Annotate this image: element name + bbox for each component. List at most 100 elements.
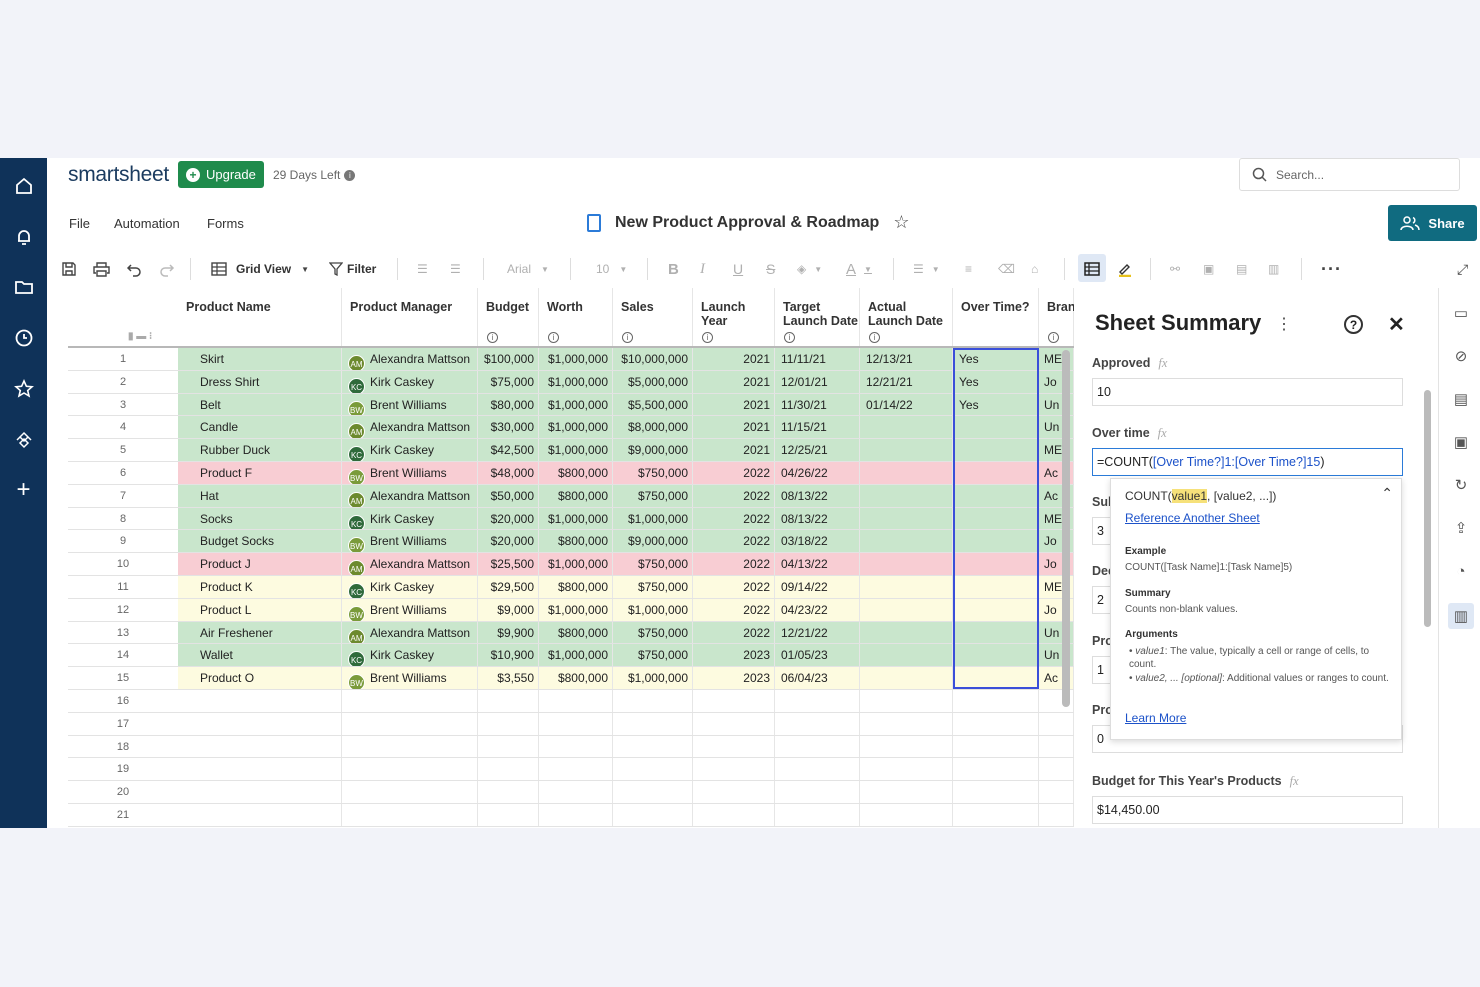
row-number[interactable]: 18 <box>68 736 178 758</box>
cell-over[interactable] <box>953 416 1039 439</box>
help-icon[interactable]: ? <box>1344 315 1363 334</box>
font-size-dropdown[interactable]: 10 ▼ <box>596 259 627 279</box>
underline-button[interactable]: U <box>733 259 743 279</box>
cell-mgr[interactable]: BW Brent Williams <box>342 393 478 416</box>
row-number[interactable]: 1 <box>68 348 178 370</box>
cell-name[interactable]: Product F <box>178 462 342 484</box>
cell-budget[interactable]: $42,500 <box>478 439 539 461</box>
cell-worth[interactable]: $1,000,000 <box>539 416 613 439</box>
solutions-icon[interactable] <box>8 424 39 455</box>
cell-year[interactable]: 2022 <box>693 598 775 621</box>
format-painter-icon[interactable]: ⌂ <box>1031 259 1038 279</box>
cell-mgr[interactable] <box>342 804 478 826</box>
cell-target[interactable] <box>775 712 860 735</box>
column-header-actual[interactable]: Actual Launch Date i <box>860 288 953 346</box>
image-icon[interactable]: ▣ <box>1203 259 1214 279</box>
row-number[interactable]: 4 <box>68 416 178 438</box>
cell-sales[interactable]: $750,000 <box>613 576 693 598</box>
comment-icon[interactable]: ▭ <box>1450 302 1472 324</box>
cell-budget[interactable]: $29,500 <box>478 576 539 598</box>
cell-mgr[interactable]: AM Alexandra Mattson <box>342 553 478 575</box>
cell-sales[interactable]: $750,000 <box>613 553 693 575</box>
cell-sales[interactable]: $1,000,000 <box>613 598 693 621</box>
row-number[interactable]: 20 <box>68 781 178 803</box>
table-icon[interactable] <box>1084 259 1100 279</box>
cell-mgr[interactable]: KC Kirk Caskey <box>342 439 478 461</box>
table-row[interactable]: 16 <box>68 690 1074 713</box>
cell-name[interactable]: Wallet <box>178 644 342 667</box>
cell-year[interactable]: 2023 <box>693 667 775 689</box>
cell-name[interactable] <box>178 781 342 803</box>
cell-over[interactable] <box>953 553 1039 575</box>
cell-budget[interactable]: $50,000 <box>478 484 539 507</box>
cell-target[interactable]: 08/13/22 <box>775 484 860 507</box>
cell-target[interactable]: 04/26/22 <box>775 462 860 484</box>
cell-sales[interactable] <box>613 804 693 826</box>
strikethrough-button[interactable]: S <box>766 259 775 279</box>
column-header-worth[interactable]: Worth i <box>539 288 613 346</box>
cell-year[interactable] <box>693 690 775 712</box>
row-number[interactable]: 2 <box>68 371 178 393</box>
cell-actual[interactable]: 12/13/21 <box>860 348 953 370</box>
cell-target[interactable]: 12/25/21 <box>775 439 860 461</box>
cell-name[interactable]: Budget Socks <box>178 530 342 553</box>
cell-mgr[interactable]: BW Brent Williams <box>342 462 478 484</box>
cell-worth[interactable] <box>539 690 613 712</box>
cell-budget[interactable]: $9,000 <box>478 598 539 621</box>
cell-year[interactable] <box>693 804 775 826</box>
table-row[interactable]: 17 <box>68 712 1074 736</box>
row-number[interactable]: 8 <box>68 508 178 530</box>
align-icon[interactable]: ☰ ▼ <box>913 259 940 279</box>
row-number[interactable]: 5 <box>68 439 178 461</box>
cell-actual[interactable] <box>860 484 953 507</box>
cell-actual[interactable] <box>860 598 953 621</box>
collapse-chevron-icon[interactable]: ⌃ <box>1381 485 1393 502</box>
cell-year[interactable]: 2022 <box>693 576 775 598</box>
card-icon[interactable]: ▤ <box>1236 259 1247 279</box>
cell-year[interactable] <box>693 781 775 803</box>
filter-button[interactable]: Filter <box>329 259 376 279</box>
cell-year[interactable]: 2021 <box>693 439 775 461</box>
row-number[interactable]: 13 <box>68 622 178 644</box>
expand-icon[interactable]: ⤢ <box>1457 259 1468 279</box>
upgrade-button[interactable]: + Upgrade <box>178 161 264 188</box>
upload-icon[interactable]: ⇪ <box>1450 517 1472 539</box>
cell-year[interactable] <box>693 712 775 735</box>
cell-name[interactable]: Rubber Duck <box>178 439 342 461</box>
cell-year[interactable] <box>693 758 775 781</box>
home-icon[interactable] <box>8 170 39 201</box>
cell-worth[interactable] <box>539 758 613 781</box>
table-row[interactable]: 1 Skirt AM Alexandra Mattson $100,000 $1,000,… <box>68 348 1074 371</box>
row-number[interactable]: 14 <box>68 644 178 666</box>
cell-brand[interactable] <box>1039 735 1074 758</box>
cell-brand[interactable] <box>1039 781 1074 803</box>
cell-name[interactable]: Skirt <box>178 348 342 370</box>
cell-sales[interactable]: $9,000,000 <box>613 439 693 461</box>
cell-year[interactable]: 2022 <box>693 507 775 530</box>
proofing-icon[interactable]: ▤ <box>1450 388 1472 410</box>
cell-year[interactable]: 2022 <box>693 553 775 575</box>
row-number[interactable]: 3 <box>68 394 178 416</box>
cell-over[interactable] <box>953 781 1039 803</box>
cell-name[interactable]: Belt <box>178 393 342 416</box>
cell-target[interactable] <box>775 804 860 826</box>
row-number[interactable]: 16 <box>68 690 178 712</box>
cell-over[interactable] <box>953 804 1039 826</box>
plus-icon[interactable]: + <box>8 474 39 505</box>
cell-year[interactable]: 2021 <box>693 393 775 416</box>
cell-sales[interactable]: $5,000,000 <box>613 370 693 393</box>
row-number[interactable]: 19 <box>68 758 178 780</box>
cell-year[interactable]: 2021 <box>693 416 775 439</box>
indent-icon[interactable]: ☰ <box>450 259 461 279</box>
cell-over[interactable] <box>953 667 1039 689</box>
cell-actual[interactable] <box>860 507 953 530</box>
column-header-over[interactable]: Over Time? <box>953 288 1039 346</box>
cell-actual[interactable] <box>860 758 953 781</box>
cell-name[interactable]: Product K <box>178 576 342 598</box>
row-number[interactable]: 7 <box>68 485 178 507</box>
row-number[interactable]: 9 <box>68 530 178 552</box>
cell-sales[interactable] <box>613 735 693 758</box>
cell-over[interactable] <box>953 439 1039 461</box>
cell-sales[interactable] <box>613 690 693 712</box>
row-number[interactable]: 17 <box>68 713 178 735</box>
